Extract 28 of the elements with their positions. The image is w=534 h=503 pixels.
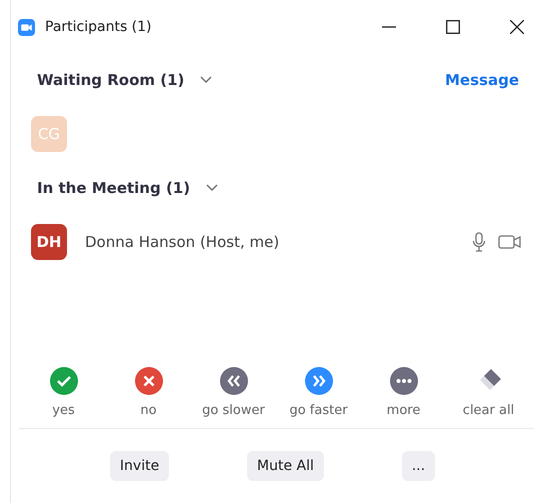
section-heading[interactable]: In the Meeting (1) — [37, 179, 190, 197]
section-heading[interactable]: Waiting Room (1) — [37, 71, 184, 89]
more-icon[interactable] — [390, 367, 418, 395]
chevron-icon[interactable] — [206, 184, 218, 192]
maximize-icon[interactable] — [446, 20, 460, 34]
avatar: DH — [31, 224, 67, 260]
fast-forward-icon[interactable] — [304, 367, 332, 395]
participant-name: Donna Hanson (Host, me) — [85, 233, 280, 251]
feedback-label: yes — [52, 403, 75, 418]
feedback-label: clear all — [462, 403, 514, 418]
action-button[interactable]: Mute All — [247, 451, 324, 481]
action-button[interactable]: ... — [402, 451, 436, 481]
camera-app-icon — [18, 18, 35, 36]
action-button[interactable]: Invite — [110, 451, 170, 481]
check-icon[interactable] — [50, 367, 78, 395]
avatar: CG — [31, 116, 67, 152]
feedback-label: no — [140, 403, 157, 418]
rewind-icon[interactable] — [220, 367, 248, 395]
feedback-label: go faster — [289, 403, 348, 418]
message-link[interactable]: Message — [445, 71, 519, 89]
microphone-icon[interactable] — [472, 232, 486, 252]
window-title: Participants (1) — [45, 19, 152, 35]
close-icon[interactable] — [510, 20, 524, 34]
cross-icon[interactable] — [134, 367, 162, 395]
chevron-icon[interactable] — [200, 76, 212, 84]
video-camera-icon[interactable] — [498, 235, 522, 249]
feedback-label: more — [386, 403, 420, 418]
feedback-label: go slower — [202, 403, 265, 418]
